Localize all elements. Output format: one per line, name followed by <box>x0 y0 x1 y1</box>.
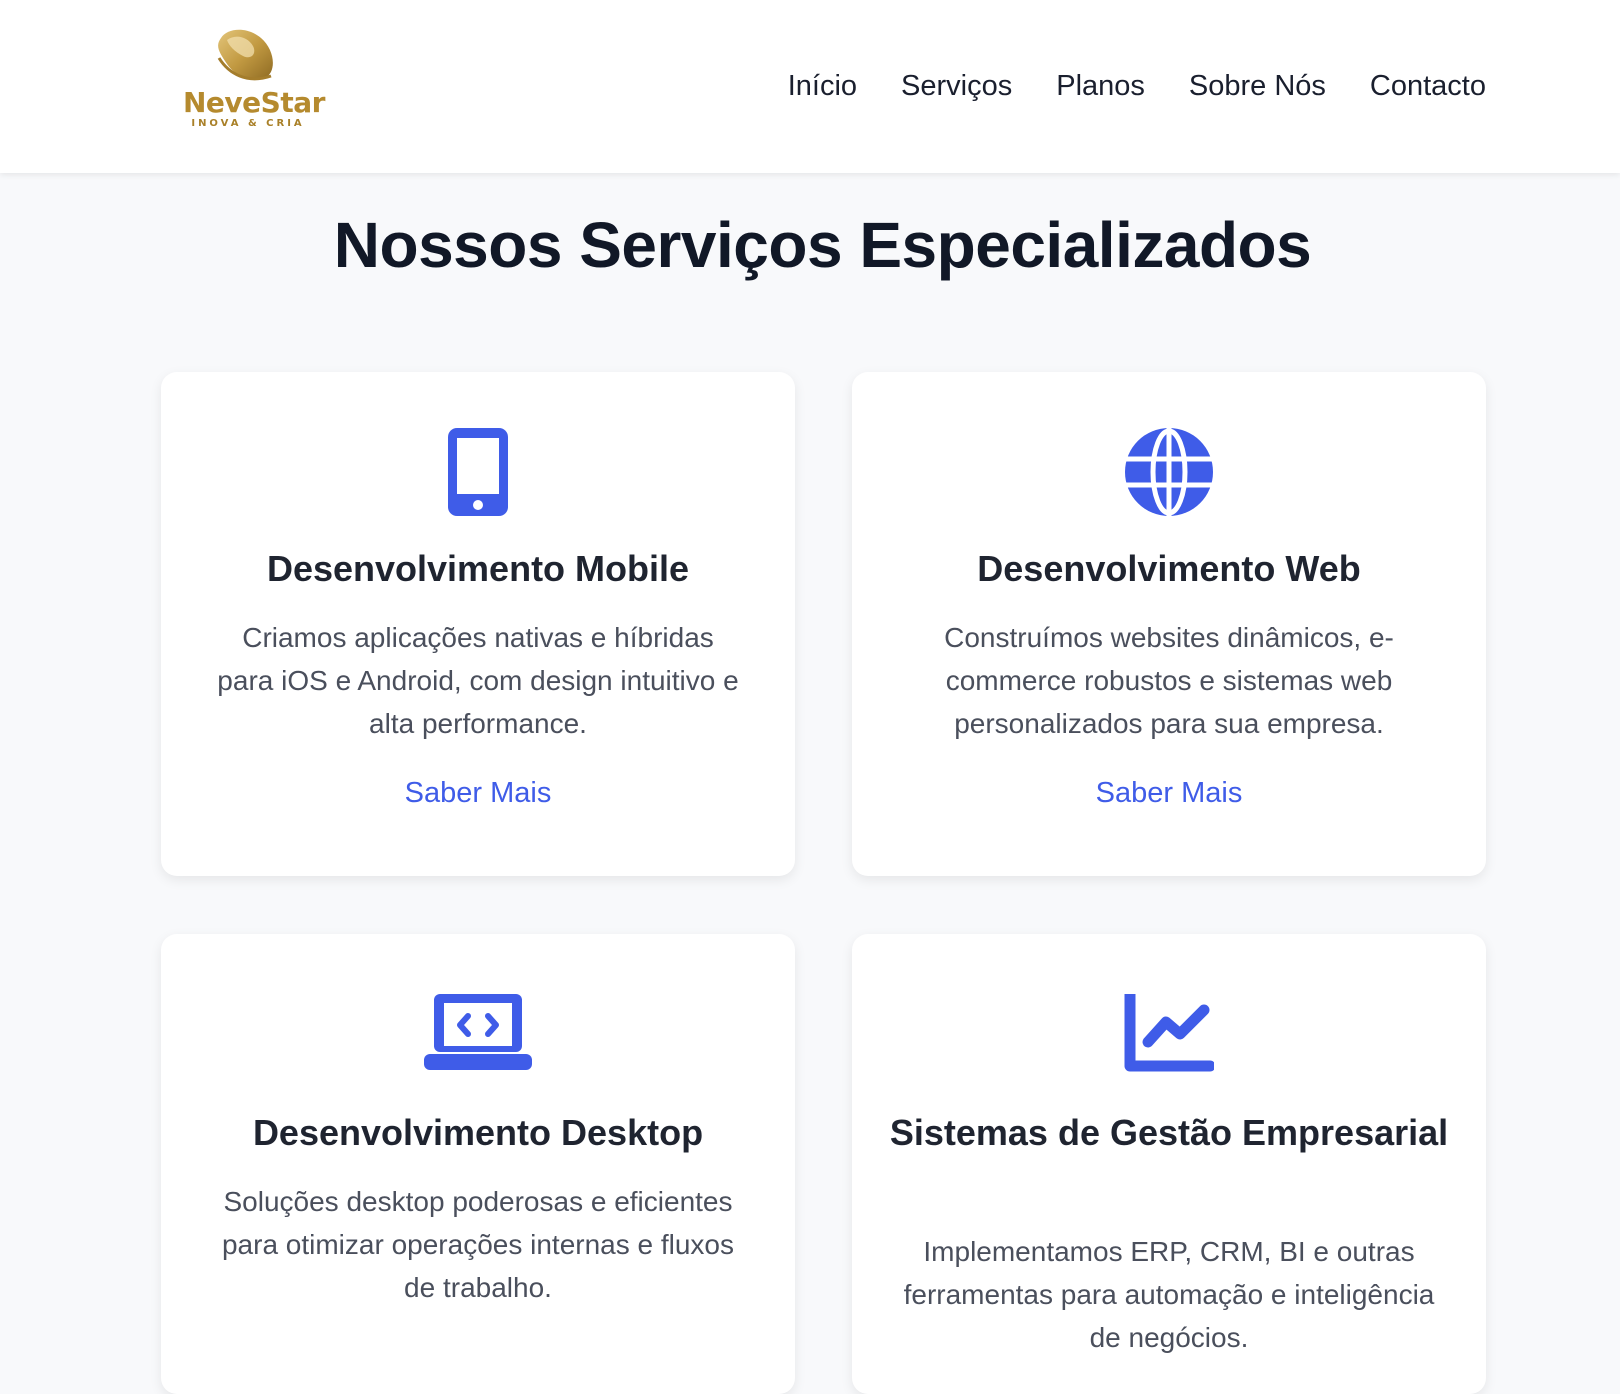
card-description: Implementamos ERP, CRM, BI e outras ferr… <box>903 1236 1435 1353</box>
laptop-code-icon <box>161 994 795 1084</box>
main-nav: Início Serviços Planos Sobre Nós Contact… <box>788 66 1486 106</box>
service-card-mobile: Desenvolvimento Mobile Criamos aplicaçõe… <box>161 372 795 876</box>
nav-link-servicos[interactable]: Serviços <box>901 66 1012 106</box>
service-card-desktop: Desenvolvimento Desktop Soluções desktop… <box>161 934 795 1394</box>
card-title: Desenvolvimento Mobile <box>266 548 690 589</box>
nav-link-planos[interactable]: Planos <box>1056 66 1145 106</box>
nav-link-contacto[interactable]: Contacto <box>1370 66 1486 106</box>
service-card-web: Desenvolvimento Web Construímos websites… <box>852 372 1486 876</box>
card-title: Desenvolvimento Desktop <box>252 1112 704 1153</box>
logo-tagline: INOVA & CRIA <box>191 118 305 129</box>
card-title: Desenvolvimento Web <box>977 548 1361 589</box>
site-header: NeveStar INOVA & CRIA Início Serviços Pl… <box>0 0 1620 173</box>
card-title: Sistemas de Gestão Empresarial <box>889 1112 1449 1153</box>
nav-link-sobre-nos[interactable]: Sobre Nós <box>1189 66 1326 106</box>
card-description: Construímos websites dinâmicos, e-commer… <box>944 622 1394 739</box>
card-description: Criamos aplicações nativas e híbridas pa… <box>217 622 739 739</box>
service-card-gestao: Sistemas de Gestão Empresarial Implement… <box>852 934 1486 1394</box>
chart-line-icon <box>852 994 1486 1084</box>
logo-wordmark: NeveStar <box>183 86 325 119</box>
globe-icon <box>852 428 1486 518</box>
card-description: Soluções desktop poderosas e eficientes … <box>221 1186 735 1303</box>
brand-logo[interactable]: NeveStar INOVA & CRIA <box>183 28 325 133</box>
mobile-phone-icon <box>161 428 795 518</box>
nav-link-inicio[interactable]: Início <box>788 66 857 106</box>
mouse-logo-icon <box>217 29 273 81</box>
saber-mais-link[interactable]: Saber Mais <box>852 777 1486 810</box>
saber-mais-link[interactable]: Saber Mais <box>161 777 795 810</box>
section-title: Nossos Serviços Especializados <box>333 209 1312 281</box>
